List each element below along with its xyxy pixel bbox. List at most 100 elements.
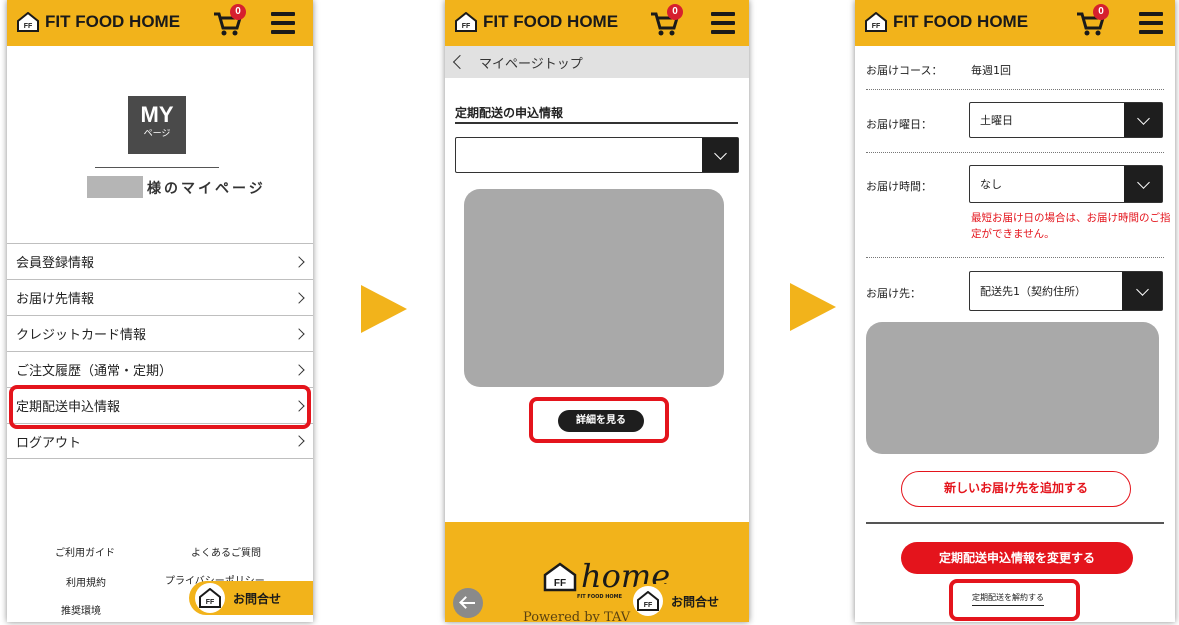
app-header: FF FIT FOOD HOME 0 [445,0,749,46]
brand-name: FIT FOOD HOME [893,12,1029,31]
house-logo-icon: FF [17,12,39,32]
house-logo-icon: FF [543,562,577,592]
menu-item-member-info[interactable]: 会員登録情報 [7,243,313,279]
screen-mypage: FF FIT FOOD HOME 0 MY ページ 様のマイページ 会員登録情報… [7,0,313,622]
logo-letters: FF [554,578,566,589]
highlight-subscription-menu [9,385,311,429]
contact-button[interactable]: FF お問合せ [627,584,749,618]
subscription-select[interactable] [455,137,739,173]
destination-select[interactable]: 配送先1（契約住所） [969,271,1163,311]
footer-link-guide[interactable]: ご利用ガイド [55,544,115,559]
app-header: FF FIT FOOD HOME 0 [855,0,1175,46]
time-select-value: なし [980,178,1002,191]
destination-label: お届け先： [866,287,921,300]
brand-logo[interactable]: FF FIT FOOD HOME [455,12,618,32]
house-logo-icon: FF [455,12,477,32]
time-warning: 最短お届け日の場合は、お届け時間のご指定ができません。 [971,212,1171,240]
chevron-down-icon [713,146,727,160]
highlight-details-button [529,397,669,443]
chevron-left-icon [452,54,468,70]
logo-letters: FF [872,23,881,30]
dropdown-button[interactable] [1124,166,1162,202]
logo-letters: FF [206,599,215,606]
brand-name: FIT FOOD HOME [483,12,619,31]
day-select[interactable]: 土曜日 [969,102,1163,138]
day-label: お届け曜日： [866,118,932,131]
time-select[interactable]: なし [969,165,1163,203]
chevron-right-icon [293,363,305,376]
dropdown-button[interactable] [1124,103,1162,137]
section-divider [455,122,738,124]
dotted-divider [866,152,1164,153]
contact-button[interactable]: FF お問合せ [189,581,313,615]
house-logo-icon: FF [865,12,887,32]
divider [95,167,219,168]
brand-name: FIT FOOD HOME [45,12,181,31]
chevron-right-icon [293,291,305,304]
menu-item-order-history[interactable]: ご注文履歴（通常・定期） [7,351,313,387]
cart-count-badge: 0 [230,4,246,20]
logo-letters: FF [24,23,33,30]
dotted-divider [866,257,1164,258]
image-placeholder [866,322,1159,454]
chevron-down-icon [1135,282,1149,296]
arrow-right-icon [361,285,407,333]
back-arrow-icon[interactable] [453,588,483,618]
redacted-username [87,176,143,198]
footer-link-terms[interactable]: 利用規約 [66,574,106,589]
section-divider [866,522,1164,524]
highlight-cancel-link [949,579,1080,621]
chevron-down-icon [1136,175,1150,189]
course-label: お届けコース： [866,64,943,77]
section-title: 定期配送の申込情報 [455,106,564,120]
screen-subscription-detail: FF FIT FOOD HOME 0 お届けコース： 毎週1回 お届け曜日： 土… [855,0,1175,622]
mypage-title: 様のマイページ [147,181,266,197]
footer-link-environment[interactable]: 推奨環境 [61,602,101,617]
contact-label: お問合せ [233,591,282,606]
menu-item-label: ログアウト [16,435,82,451]
time-label: お届け時間： [866,180,932,193]
arrow-right-icon [790,283,836,331]
destination-select-value: 配送先1（契約住所） [980,285,1086,298]
breadcrumb-label: マイページトップ [479,56,583,72]
hamburger-icon[interactable] [1139,12,1163,34]
my-page-badge: MY ページ [128,96,186,154]
hamburger-icon[interactable] [271,12,295,34]
dropdown-button[interactable] [1122,272,1162,310]
chevron-right-icon [293,435,305,447]
menu-item-label: 会員登録情報 [16,256,95,271]
cart-button[interactable]: 0 [1075,4,1109,38]
menu-item-delivery-address[interactable]: お届け先情報 [7,279,313,315]
app-header: FF FIT FOOD HOME 0 [7,0,313,46]
change-subscription-button[interactable]: 定期配送申込情報を変更する [901,542,1133,574]
powered-by: Powered by TAV [523,610,631,622]
menu-item-label: クレジットカード情報 [16,328,147,343]
add-destination-button[interactable]: 新しいお届け先を追加する [901,471,1131,507]
home-subtitle: FIT FOOD HOME [577,594,623,600]
chevron-right-icon [293,327,305,340]
cart-button[interactable]: 0 [649,4,683,38]
cart-count-badge: 0 [1093,4,1109,20]
brand-logo[interactable]: FF FIT FOOD HOME [865,12,1028,32]
footer-link-faq[interactable]: よくあるご質問 [191,544,261,559]
screen-subscription: FF FIT FOOD HOME 0 マイページトップ 定期配送の申込情報 詳細… [445,0,749,622]
ff-logo-icon: FF [195,583,225,613]
my-badge-big: MY [140,102,174,127]
course-value: 毎週1回 [971,64,1011,77]
image-placeholder [464,189,724,387]
menu-item-credit-card[interactable]: クレジットカード情報 [7,315,313,351]
dotted-divider [866,89,1164,90]
cart-button[interactable]: 0 [212,4,246,38]
breadcrumb[interactable]: マイページトップ [445,46,749,78]
hamburger-icon[interactable] [711,12,735,34]
logo-letters: FF [644,602,653,609]
my-badge-small: ページ [143,128,171,138]
menu-item-label: お届け先情報 [16,292,95,307]
ff-logo-icon: FF [633,586,663,616]
dropdown-button[interactable] [702,138,738,172]
chevron-down-icon [1136,111,1150,125]
brand-logo[interactable]: FF FIT FOOD HOME [17,12,180,32]
contact-label: お問合せ [671,594,720,609]
cart-count-badge: 0 [667,4,683,20]
day-select-value: 土曜日 [980,114,1013,127]
